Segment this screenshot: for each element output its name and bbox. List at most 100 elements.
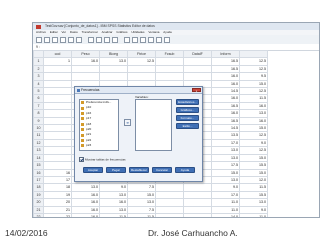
column-header[interactable]: Inform (211, 49, 240, 59)
data-cell[interactable]: 16.0 (71, 57, 100, 66)
ok-button[interactable]: Aceptar (83, 167, 103, 173)
data-cell[interactable]: 12.5 (239, 64, 268, 74)
data-cell[interactable]: 16 (43, 168, 72, 177)
data-cell[interactable]: 13.0 (99, 57, 128, 66)
data-cell[interactable] (43, 79, 72, 89)
data-cell[interactable]: 16.0 (239, 101, 268, 111)
data-cell[interactable]: 16.0 (211, 94, 240, 103)
column-header[interactable] (239, 49, 268, 59)
data-cell[interactable]: 13.0 (239, 198, 268, 207)
data-cell[interactable]: 15.5 (239, 190, 268, 200)
data-cell[interactable]: 9.0 (239, 205, 268, 214)
data-cell[interactable]: 15.0 (239, 79, 268, 89)
data-cell[interactable]: 12.5 (239, 87, 268, 96)
data-cell[interactable] (43, 124, 72, 133)
data-cell[interactable]: 11.0 (211, 205, 240, 214)
goto-variable-icon[interactable] (96, 36, 102, 43)
data-cell[interactable]: 7.5 (127, 205, 156, 214)
data-cell[interactable]: 12.5 (127, 57, 156, 66)
data-cell[interactable]: 12.5 (239, 57, 268, 66)
data-cell[interactable] (71, 64, 100, 74)
data-cell[interactable]: 12.5 (239, 131, 268, 140)
data-cell[interactable] (183, 57, 212, 66)
data-cell[interactable]: 11.5 (127, 212, 156, 217)
column-header[interactable]: Peso (71, 49, 100, 59)
data-cell[interactable] (155, 190, 184, 200)
data-cell[interactable]: 13.0 (127, 198, 156, 207)
insert-cases-icon[interactable] (124, 36, 130, 43)
data-cell[interactable]: 13.0 (211, 153, 240, 163)
data-cell[interactable]: 13.0 (211, 146, 240, 155)
undo-icon[interactable] (68, 36, 74, 43)
data-cell[interactable]: 16.5 (211, 64, 240, 74)
reset-button[interactable]: Restablecer (129, 167, 149, 173)
column-header[interactable]: DatalF (183, 49, 212, 59)
data-cell[interactable]: 15.5 (239, 161, 268, 170)
find-icon[interactable] (112, 36, 118, 43)
value-labels-icon[interactable] (164, 36, 170, 43)
data-cell[interactable]: 15.0 (239, 153, 268, 163)
data-cell[interactable]: 16.0 (211, 72, 240, 81)
data-cell[interactable] (183, 198, 212, 207)
data-cell[interactable]: 9.0 (211, 183, 240, 192)
data-cell[interactable] (99, 64, 128, 74)
save-icon[interactable] (44, 36, 50, 43)
show-frequency-tables-checkbox[interactable]: Mostrar tablas de frecuencias (79, 157, 126, 162)
source-variable-list[interactable]: Preferencia indiv... p10 p16 p17 p18 p20… (79, 99, 119, 151)
data-cell[interactable] (43, 116, 72, 126)
insert-variable-icon[interactable] (132, 36, 138, 43)
data-cell[interactable]: 15.0 (211, 168, 240, 177)
data-cell[interactable] (183, 205, 212, 214)
data-cell[interactable] (155, 205, 184, 214)
column-header[interactable]: cod (43, 49, 72, 59)
data-cell[interactable] (183, 64, 212, 74)
dialog-recall-icon[interactable] (60, 36, 66, 43)
data-cell[interactable] (43, 64, 72, 74)
data-cell[interactable] (127, 72, 156, 81)
weight-cases-icon[interactable] (148, 36, 154, 43)
data-cell[interactable] (155, 57, 184, 66)
data-cell[interactable]: 13.5 (211, 131, 240, 140)
data-cell[interactable]: 9.5 (239, 72, 268, 81)
menu-graficos[interactable]: Gráficos (116, 30, 127, 34)
data-cell[interactable]: 16.5 (211, 101, 240, 111)
data-cell[interactable]: 9.0 (99, 183, 128, 192)
data-cell[interactable]: 11.5 (239, 94, 268, 103)
data-cell[interactable] (155, 72, 184, 81)
data-cell[interactable]: 20 (43, 198, 72, 207)
data-cell[interactable]: 16.5 (211, 116, 240, 126)
print-icon[interactable] (52, 36, 58, 43)
data-cell[interactable] (183, 190, 212, 200)
list-item[interactable]: p23 (80, 143, 118, 148)
data-cell[interactable]: 14.0 (211, 212, 240, 217)
data-cell[interactable]: 16.0 (211, 79, 240, 89)
menu-ver[interactable]: Ver (62, 30, 67, 34)
menu-transformar[interactable]: Transformar (82, 30, 98, 34)
data-cell[interactable]: 18 (43, 183, 72, 192)
data-cell[interactable] (43, 72, 72, 81)
data-cell[interactable] (43, 101, 72, 111)
data-cell[interactable]: 17.5 (211, 161, 240, 170)
data-cell[interactable]: 12.0 (239, 175, 268, 185)
data-cell[interactable]: 17.0 (211, 138, 240, 148)
data-cell[interactable]: 13.0 (99, 190, 128, 200)
data-cell[interactable] (43, 161, 72, 170)
data-cell[interactable] (43, 138, 72, 148)
menu-analizar[interactable]: Analizar (102, 30, 113, 34)
data-cell[interactable]: 15.0 (127, 190, 156, 200)
data-cell[interactable]: 11.5 (99, 212, 128, 217)
data-cell[interactable] (43, 109, 72, 118)
data-cell[interactable] (43, 146, 72, 155)
data-cell[interactable] (99, 72, 128, 81)
data-cell[interactable]: 16.0 (71, 212, 100, 217)
redo-icon[interactable] (76, 36, 82, 43)
statistics-button[interactable]: Estadísticos... (176, 99, 199, 105)
data-cell[interactable]: 16.5 (211, 57, 240, 66)
data-cell[interactable]: 16.0 (211, 109, 240, 118)
data-cell[interactable]: 1 (43, 57, 72, 66)
style-button[interactable]: Estilo... (176, 123, 199, 129)
data-cell[interactable]: 15.0 (239, 168, 268, 177)
data-cell[interactable]: 14.5 (211, 87, 240, 96)
data-cell[interactable]: 7.5 (127, 183, 156, 192)
data-cell[interactable]: 16.0 (71, 190, 100, 200)
